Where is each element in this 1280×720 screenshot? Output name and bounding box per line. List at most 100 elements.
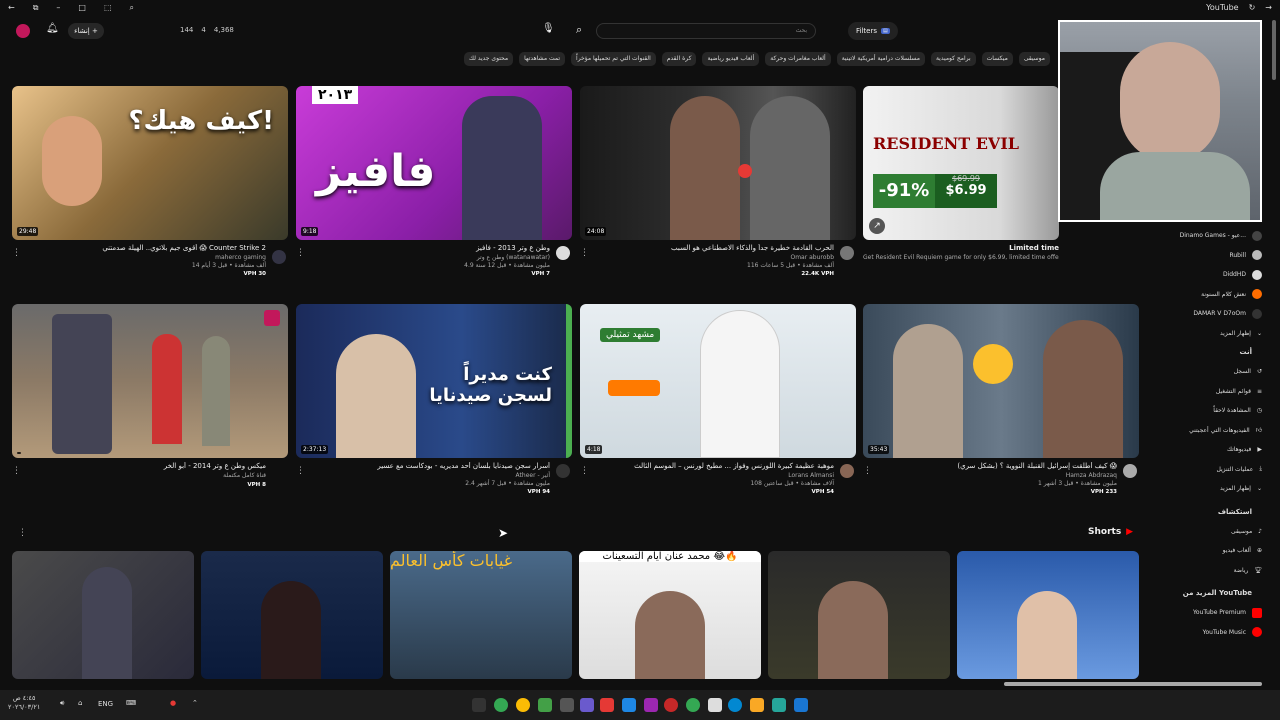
chevron-up-icon[interactable]: ⌃ — [192, 699, 198, 707]
sidebar-show-more[interactable]: إظهار المزيد ⌄ — [1150, 479, 1268, 499]
sidebar-you-header[interactable]: أنت — [1150, 343, 1268, 362]
sidebar-item-music-app[interactable]: YouTube Music — [1150, 623, 1268, 643]
volume-icon[interactable]: 🔊︎ — [60, 699, 64, 708]
reload-icon[interactable]: ↻ — [1249, 3, 1256, 12]
chip[interactable]: مسلسلات درامية أمريكية لاتينية — [836, 52, 925, 66]
network-icon[interactable]: ⌂ — [78, 699, 82, 707]
keyboard-icon[interactable]: ⌨ — [126, 699, 136, 707]
more-options-icon[interactable]: ⋮ — [580, 466, 589, 476]
forward-icon[interactable]: → — [1265, 3, 1272, 12]
video-thumbnail[interactable]: 35:43 — [863, 304, 1139, 458]
video-thumbnail[interactable]: 24:08 — [580, 86, 856, 240]
short-item[interactable]: محمد عنان ايام التسعينات 😂🔥 — [579, 551, 761, 679]
sidebar-item-watch-later[interactable]: المشاهدة لاحقاً ◷ — [1150, 401, 1268, 421]
sidebar-item-history[interactable]: السجل ↺ — [1150, 362, 1268, 382]
sidebar-item-your-videos[interactable]: فيديوهاتك ▶ — [1150, 440, 1268, 460]
taskbar-app-icon[interactable] — [472, 698, 486, 712]
more-options-icon[interactable]: ⋮ — [580, 248, 589, 258]
ad-title[interactable]: Limited time — [863, 244, 1059, 252]
chip[interactable]: برامج كوميدية — [930, 52, 976, 66]
avatar[interactable] — [16, 24, 30, 38]
video-title[interactable]: ميكس وطن ع وتر 2014 - أبو الخر — [12, 462, 266, 470]
video-card[interactable]: 24:08 ⋮ الحرب القادمة خطيرة جداً والذكاء… — [580, 86, 856, 294]
filters-button[interactable]: Filters ▤ — [848, 22, 898, 40]
horizontal-scrollbar[interactable] — [1004, 682, 1262, 686]
chip[interactable]: القنوات التي تم تحميلها مؤخراً — [571, 52, 656, 66]
chrome-icon[interactable] — [516, 698, 530, 712]
search-input[interactable]: بحث — [596, 23, 816, 39]
more-options-icon[interactable]: ⋮ — [296, 466, 305, 476]
video-thumbnail[interactable]: ٢٠١٣ فافيز 9:18 — [296, 86, 572, 240]
short-item[interactable] — [768, 551, 950, 679]
short-item[interactable] — [12, 551, 194, 679]
language-indicator[interactable]: ENG — [98, 700, 113, 708]
short-item[interactable]: غيابات كأس العالم — [390, 551, 572, 679]
chip[interactable]: ميكسات — [981, 52, 1013, 66]
sidebar-subscription[interactable]: Rubill — [1150, 246, 1268, 266]
sidebar-subscription[interactable]: DAMAR V D7oOm — [1150, 304, 1268, 324]
sidebar-item-gaming[interactable]: ألعاب فيديو ⊕ — [1150, 541, 1268, 561]
taskbar-app-icon[interactable] — [772, 698, 786, 712]
video-title[interactable]: كيف أطلقت إسرائيل القنبلة النووية ؟ (بشك… — [863, 462, 1117, 470]
video-thumbnail[interactable]: كنت مديراً لسجن صيدنايا 2:37:13 — [296, 304, 572, 458]
channel-name[interactable]: وطن ع وتر (watanawatar) — [296, 254, 550, 261]
youtube-taskbar-icon[interactable] — [600, 698, 614, 712]
start-icon[interactable] — [794, 698, 808, 712]
taskbar-app-icon[interactable] — [560, 698, 574, 712]
channel-name[interactable]: قناة كامل مكتملة — [12, 472, 266, 479]
channel-name[interactable]: Hamza Abdrazaq — [863, 472, 1117, 479]
channel-avatar[interactable] — [840, 464, 854, 478]
chip[interactable]: ألعاب فيديو رياضية — [702, 52, 760, 66]
vertical-scrollbar[interactable] — [1272, 20, 1276, 80]
video-title[interactable]: أقوى جيم بلاتوي.. الهيلة صدمتني 😱 Counte… — [12, 244, 266, 252]
taskbar-app-icon[interactable] — [708, 698, 722, 712]
channel-name[interactable]: Omar aburobb — [580, 254, 834, 261]
taskbar-app-icon[interactable] — [644, 698, 658, 712]
extension-icon[interactable]: ⬚ — [104, 3, 112, 13]
chrome-icon[interactable] — [686, 698, 700, 712]
video-title[interactable]: وطن ع وتر 2013 - فافيز — [296, 244, 550, 252]
video-card[interactable]: مشهد تمثيلي 4:18 ⋮ موهبة عظيمة كبيرة الل… — [580, 304, 856, 512]
taskbar-app-icon[interactable] — [538, 698, 552, 712]
video-card[interactable]: ٢٠١٣ فافيز 9:18 ⋮ وطن ع وتر 2013 - فافيز… — [296, 86, 572, 294]
sidebar-show-more[interactable]: إظهار المزيد ⌄ — [1150, 324, 1268, 344]
chrome-icon[interactable] — [494, 698, 508, 712]
tabs-icon[interactable]: ⧉ — [33, 3, 39, 13]
channel-avatar[interactable] — [272, 250, 286, 264]
sidebar-item-music[interactable]: موسيقى ♪ — [1150, 522, 1268, 542]
sidebar-subscription[interactable]: نعش كلام السنونة — [1150, 285, 1268, 305]
video-thumbnail[interactable]: كيف هيك؟! 29:48 — [12, 86, 288, 240]
channel-avatar[interactable] — [556, 464, 570, 478]
chip[interactable]: موسيقى — [1018, 52, 1050, 66]
channel-avatar[interactable] — [840, 246, 854, 260]
ad-thumbnail[interactable]: RESIDENT EVIL -91% $69.99 $6.99 ↗ — [863, 86, 1059, 240]
ad-card[interactable]: RESIDENT EVIL -91% $69.99 $6.99 ↗ Limite… — [863, 86, 1059, 294]
edge-icon[interactable] — [728, 698, 742, 712]
more-options-icon[interactable]: ⋮ — [296, 248, 305, 258]
taskbar-app-icon[interactable] — [664, 698, 678, 712]
channel-name[interactable]: maherco gaming — [12, 254, 266, 261]
video-title[interactable]: موهبة عظيمة كبيرة اللورنس وفواز ... مطبخ… — [580, 462, 834, 470]
sidebar-item-downloads[interactable]: عمليات التنزيل ⤓ — [1150, 460, 1268, 480]
clock[interactable]: ٤:٤٥ ص ٢٠٢٦/٠٣/٢١ — [8, 694, 40, 712]
create-button[interactable]: إنشاء + — [68, 23, 104, 39]
sidebar-subscription[interactable]: Dinamo Games - عيو... — [1150, 226, 1268, 246]
short-item[interactable] — [957, 551, 1139, 679]
video-card[interactable]: كيف هيك؟! 29:48 ⋮ أقوى جيم بلاتوي.. الهي… — [12, 86, 288, 294]
channel-avatar[interactable] — [1123, 464, 1137, 478]
channel-name[interactable]: Atheer - أثير — [296, 472, 550, 479]
taskbar-app-icon[interactable] — [580, 698, 594, 712]
chip[interactable]: تمت مشاهدتها — [519, 52, 566, 66]
file-explorer-icon[interactable] — [750, 698, 764, 712]
bell-icon[interactable]: 🔔︎ — [46, 23, 59, 34]
back-icon[interactable]: ← — [8, 3, 15, 13]
video-title[interactable]: الحرب القادمة خطيرة جداً والذكاء الاصطنا… — [580, 244, 834, 252]
sidebar-subscription[interactable]: DiddHD — [1150, 265, 1268, 285]
more-options-icon[interactable]: ⋮ — [12, 248, 21, 258]
minimize-icon[interactable]: – — [56, 3, 60, 13]
sidebar-item-sports[interactable]: رياضة 🏆︎ — [1150, 561, 1268, 581]
chip[interactable]: كرة القدم — [661, 52, 697, 66]
short-item[interactable] — [201, 551, 383, 679]
video-thumbnail[interactable] — [12, 304, 288, 458]
taskbar-app-icon[interactable] — [622, 698, 636, 712]
